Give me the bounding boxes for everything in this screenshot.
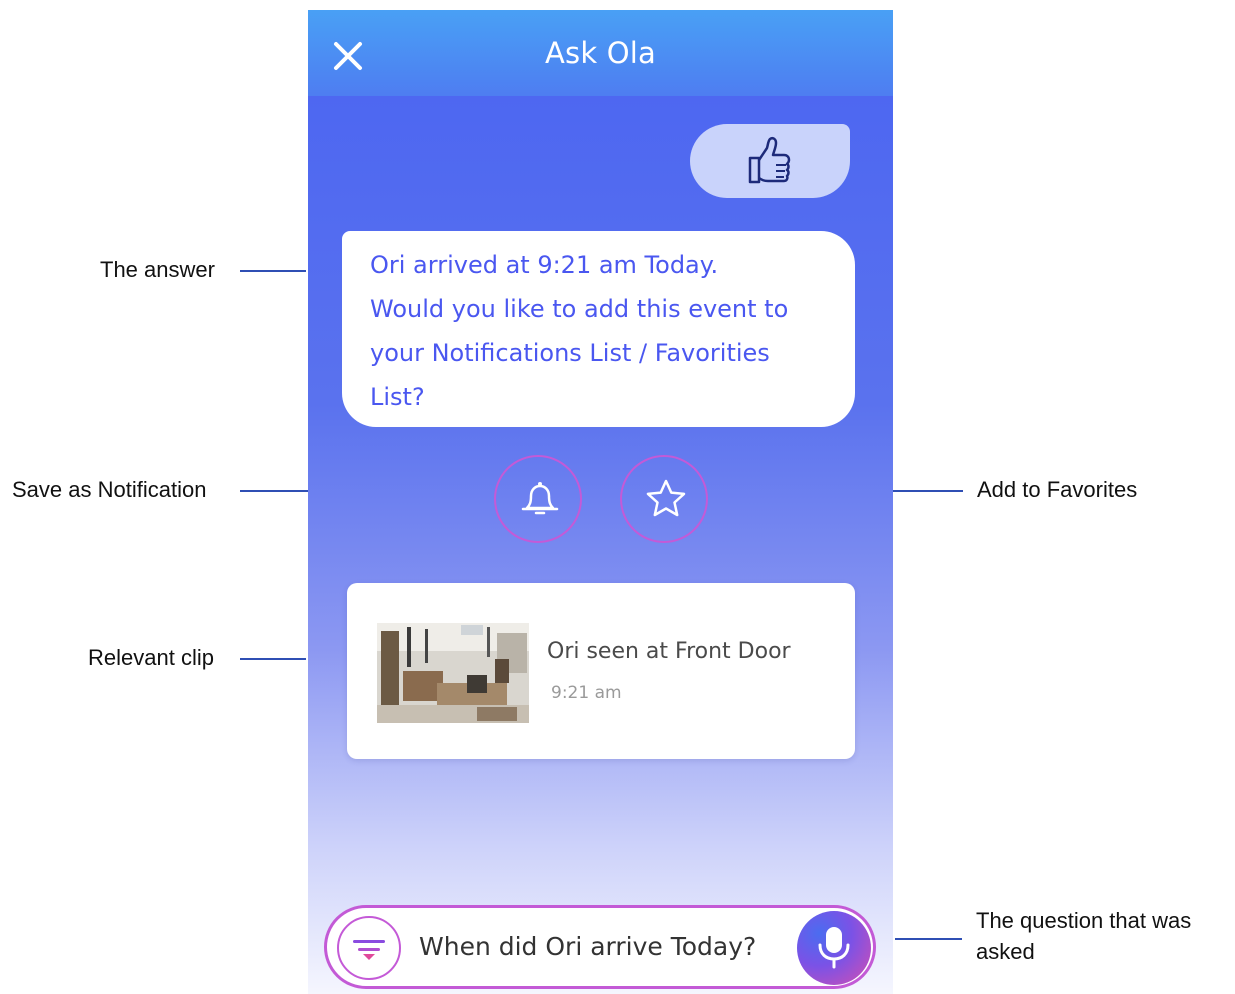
- microphone-icon: [818, 927, 850, 969]
- page-title: Ask Ola: [544, 36, 656, 70]
- annotation-question-line1: The question that was: [976, 908, 1192, 933]
- microphone-button[interactable]: [797, 911, 871, 985]
- filter-button[interactable]: [337, 916, 401, 980]
- annotation-save-notification: Save as Notification: [12, 477, 207, 502]
- annotation-line-answer: [240, 270, 306, 272]
- save-notification-button[interactable]: [494, 455, 582, 543]
- annotation-line-question: [895, 938, 962, 940]
- ask-bar: When did Ori arrive Today?: [324, 905, 876, 989]
- header: Ask Ola: [308, 10, 893, 96]
- bell-icon: [521, 482, 559, 515]
- clip-time: 9:21 am: [551, 683, 622, 703]
- question-input[interactable]: When did Ori arrive Today?: [419, 932, 756, 961]
- annotation-question: The question that was asked: [976, 906, 1191, 968]
- ask-ola-screen: Ask Ola Ori arrived at 9:21 am Today. Wo…: [308, 10, 893, 994]
- answer-line: Would you like to add this event to: [370, 295, 789, 323]
- clip-thumbnail[interactable]: [377, 623, 529, 723]
- annotation-relevant-clip: Relevant clip: [88, 645, 214, 670]
- answer-text: Ori arrived at 9:21 am Today. Would you …: [370, 243, 830, 419]
- answer-line: Ori arrived at 9:21 am Today.: [370, 251, 719, 279]
- user-message-bubble: [690, 124, 850, 198]
- clip-thumbnail-image: [377, 623, 529, 723]
- annotation-question-line2: asked: [976, 938, 1035, 964]
- answer-line: your Notifications List / Favorities: [370, 339, 770, 367]
- annotation-answer: The answer: [100, 257, 215, 282]
- clip-title: Ori seen at Front Door: [547, 639, 791, 664]
- thumbs-up-icon: [748, 136, 791, 184]
- annotation-add-favorites: Add to Favorites: [977, 477, 1138, 502]
- star-icon: [646, 479, 686, 517]
- add-favorite-button[interactable]: [620, 455, 708, 543]
- relevant-clip-card[interactable]: Ori seen at Front Door 9:21 am: [347, 583, 855, 759]
- answer-bubble: Ori arrived at 9:21 am Today. Would you …: [342, 231, 855, 427]
- annotation-line-relevant-clip: [240, 658, 306, 660]
- answer-line: List?: [370, 383, 425, 411]
- filter-icon: [353, 940, 385, 960]
